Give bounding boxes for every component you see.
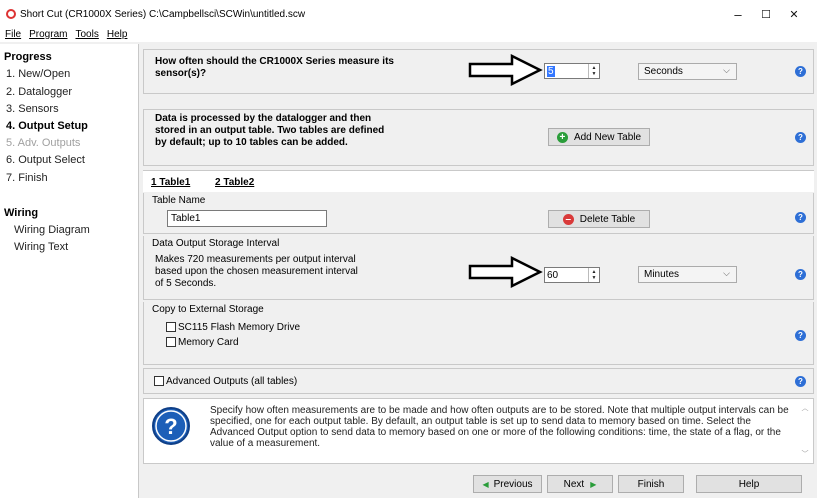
measure-interval-value: 5 [547,65,555,77]
output-unit-value: Minutes [644,269,680,280]
help-button[interactable]: Help [696,475,802,493]
table-name-label: Table Name [152,195,206,206]
delete-icon: – [562,213,574,225]
add-new-table-label: Add New Table [573,131,642,143]
measure-panel: How often should the CR1000X Series meas… [143,49,814,94]
info-panel: ? Specify how often measurements are to … [143,398,814,464]
table-name-input[interactable]: Table1 [167,210,327,227]
menu-help[interactable]: Help [107,29,128,40]
output-interval-input[interactable]: 60 ▲ ▼ [544,267,600,283]
title-bar: Short Cut (CR1000X Series) C:\Campbellsc… [0,0,817,28]
step-sensors[interactable]: 3. Sensors [6,103,59,115]
external-storage-label: Copy to External Storage [152,304,264,315]
interval-text: Makes 720 measurements per output interv… [155,254,358,289]
measure-interval-input[interactable]: 5 ▲ ▼ [544,63,600,79]
delete-table-button[interactable]: – Delete Table [548,210,650,228]
previous-label: Previous [493,478,533,490]
table-name-value: Table1 [171,213,201,224]
interval-label: Data Output Storage Interval [152,238,280,249]
tab-table1[interactable]: 1 Table1 [151,177,190,188]
interval-panel: Data Output Storage Interval Makes 720 m… [143,236,814,300]
spinner-arrows-icon[interactable]: ▲ ▼ [588,64,599,78]
advanced-outputs-label: Advanced Outputs (all tables) [166,376,298,387]
delete-table-label: Delete Table [579,213,636,225]
sc115-option[interactable]: SC115 Flash Memory Drive [166,322,300,333]
progress-heading: Progress [4,51,52,63]
next-button[interactable]: Next ▶ [547,475,613,493]
advanced-outputs-panel: Advanced Outputs (all tables) ? [143,368,814,394]
help-icon[interactable]: ? [795,132,806,143]
help-icon[interactable]: ? [795,66,806,77]
table-name-panel: Table Name Table1 – Delete Table ? [143,193,814,234]
tab-strip: 1 Table1 2 Table2 [143,170,814,192]
wiring-heading: Wiring [4,207,39,219]
step-adv-outputs: 5. Adv. Outputs [6,137,81,149]
wiring-diagram-link[interactable]: Wiring Diagram [14,224,90,236]
step-output-select[interactable]: 6. Output Select [6,154,85,166]
chevron-down-icon: ⌵ [723,268,730,278]
scroll-down-icon[interactable]: ﹀ [799,449,811,459]
add-icon: + [556,131,568,143]
next-label: Next [563,478,585,490]
arrow-icon [468,256,543,288]
next-arrow-icon: ▶ [590,479,597,489]
step-output-setup[interactable]: 4. Output Setup [6,120,88,132]
help-icon[interactable]: ? [795,212,806,223]
spinner-arrows-icon[interactable]: ▲ ▼ [588,268,599,282]
arrow-icon [468,54,543,86]
wiring-text-link[interactable]: Wiring Text [14,241,68,253]
advanced-outputs-option[interactable]: Advanced Outputs (all tables) [154,376,297,387]
menu-program[interactable]: Program [29,29,67,40]
app-icon [6,9,16,19]
step-new-open[interactable]: 1. New/Open [6,68,70,80]
close-button[interactable]: ✕ [771,0,817,28]
help-icon[interactable]: ? [795,376,806,387]
question-mark-icon: ? [152,407,190,445]
finish-button[interactable]: Finish [618,475,684,493]
help-label: Help [738,478,760,490]
help-icon[interactable]: ? [795,330,806,341]
menu-file[interactable]: File [5,29,21,40]
svg-text:?: ? [164,414,177,439]
previous-arrow-icon: ◀ [482,479,489,489]
tables-info-text: Data is processed by the datalogger and … [155,113,385,148]
sc115-checkbox[interactable] [166,322,176,333]
info-text: Specify how often measurements are to be… [210,405,789,449]
measure-question: How often should the CR1000X Series meas… [155,56,394,79]
window-title: Short Cut (CR1000X Series) C:\Campbellsc… [20,8,306,20]
advanced-outputs-checkbox[interactable] [154,376,164,387]
info-scrollbar[interactable]: ︿ ﹀ [799,403,811,461]
output-unit-select[interactable]: Minutes ⌵ [638,266,737,283]
measure-unit-select[interactable]: Seconds ⌵ [638,63,737,80]
output-interval-value: 60 [547,269,559,281]
step-finish[interactable]: 7. Finish [6,172,48,184]
menu-tools[interactable]: Tools [75,29,98,40]
memory-card-option[interactable]: Memory Card [166,337,239,348]
tab-table2[interactable]: 2 Table2 [215,177,254,188]
sc115-label: SC115 Flash Memory Drive [178,322,301,333]
sidebar: Progress 1. New/Open 2. Datalogger 3. Se… [0,44,139,498]
external-storage-panel: Copy to External Storage SC115 Flash Mem… [143,302,814,365]
finish-label: Finish [637,478,665,490]
step-datalogger[interactable]: 2. Datalogger [6,86,72,98]
memory-card-checkbox[interactable] [166,337,176,348]
previous-button[interactable]: ◀ Previous [473,475,542,493]
memory-card-label: Memory Card [178,337,239,348]
tables-info-panel: Data is processed by the datalogger and … [143,109,814,166]
menu-bar: File Program Tools Help [0,26,817,42]
scroll-up-icon[interactable]: ︿ [799,403,811,413]
measure-unit-value: Seconds [644,66,683,77]
add-new-table-button[interactable]: + Add New Table [548,128,650,146]
chevron-down-icon: ⌵ [723,65,730,75]
help-icon[interactable]: ? [795,269,806,280]
